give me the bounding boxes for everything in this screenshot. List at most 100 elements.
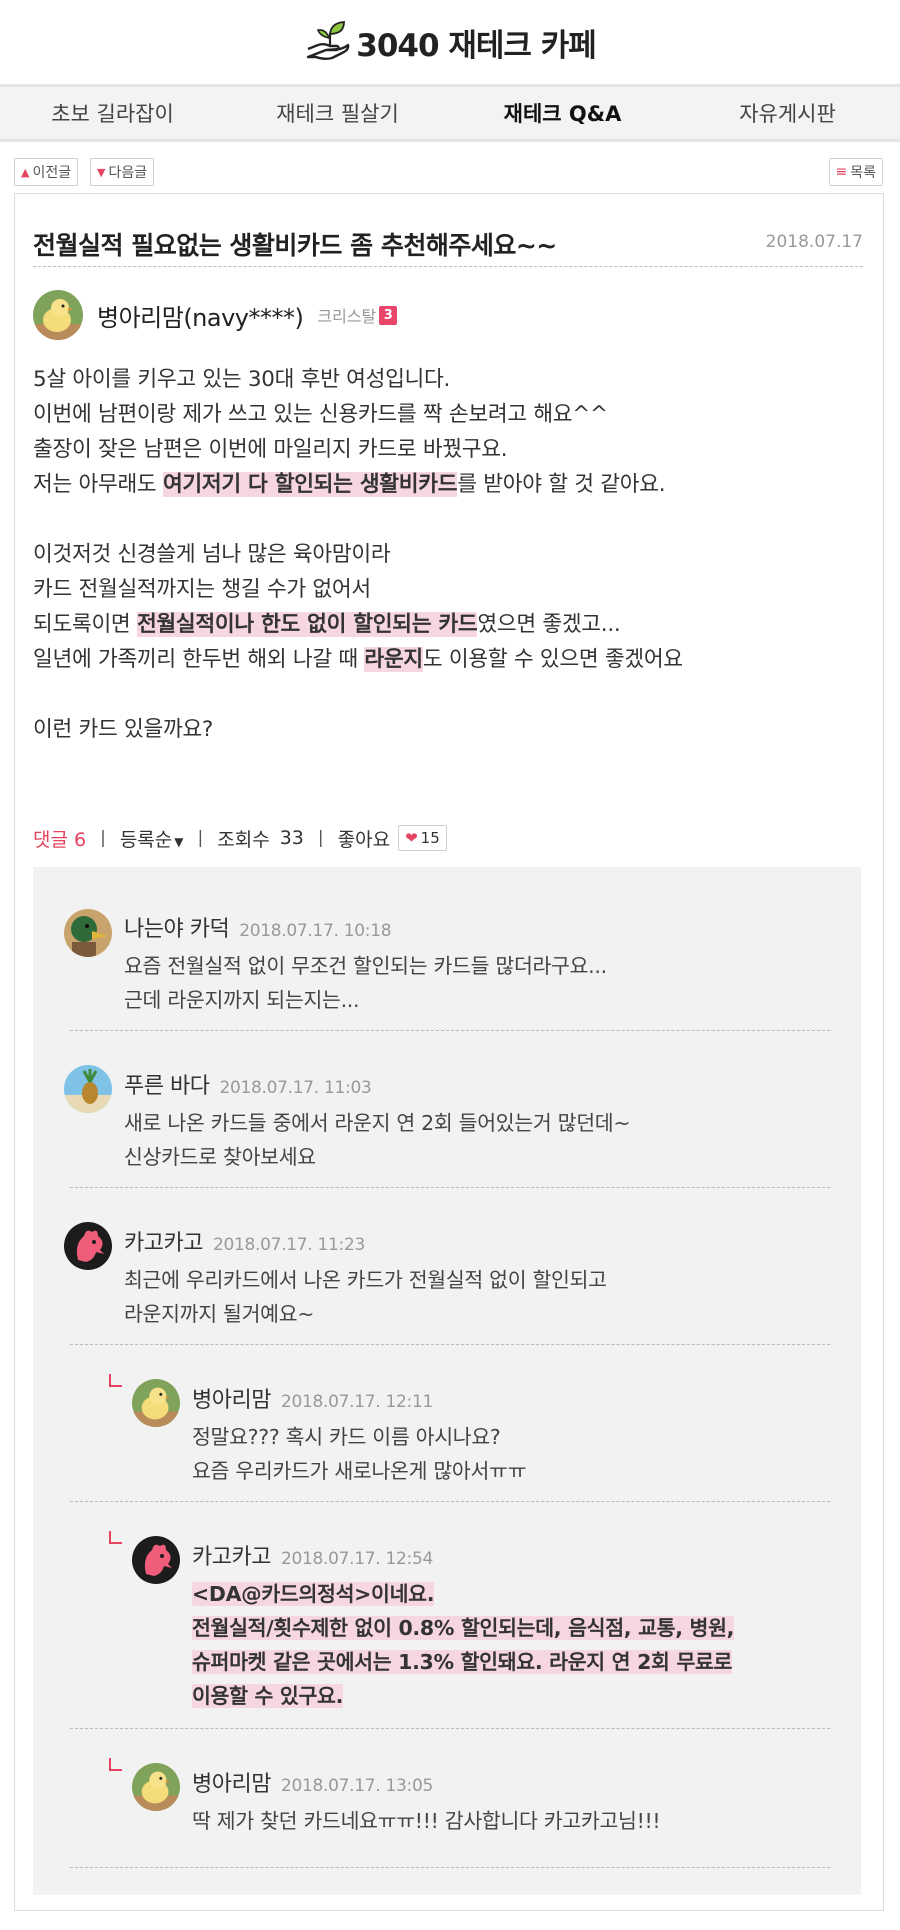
hand-sprout-icon[interactable] (304, 19, 350, 65)
list-button[interactable]: ≡ 목록 (828, 158, 883, 186)
comment-line: 정말요??? 혹시 카드 이름 아시나요? (192, 1425, 501, 1449)
comment-author-name: 병아리맘 (192, 1772, 271, 1797)
post-header: 전월실적 필요없는 생활비카드 좀 추천해주세요~~ 2018.07.17 (33, 226, 863, 267)
comment-text: 요즘 전월실적 없이 무조건 할인되는 카드들 많더라구요... 근데 라운지까… (124, 949, 607, 1017)
chick-avatar-icon (132, 1763, 180, 1811)
comment-line: 신상카드로 찾아보세요 (124, 1145, 316, 1169)
prev-post-label: 이전글 (32, 165, 72, 181)
sort-dropdown[interactable]: 등록순 ▼ (120, 825, 184, 852)
comment-divider (70, 1867, 830, 1868)
comment-author[interactable]: 푸른 바다 2018.07.17. 11:03 (124, 1068, 372, 1100)
separator: | (197, 828, 204, 848)
body-line: 이런 카드 있을까요? (33, 717, 214, 742)
commenter-avatar[interactable] (64, 1222, 112, 1270)
comment-line: 새로 나온 카드들 중에서 라운지 연 2회 들어있는거 많던데~ (124, 1111, 631, 1135)
comment-divider (70, 1728, 830, 1729)
comment-date: 2018.07.17. 12:11 (280, 1392, 434, 1412)
rank-level-badge: 3 (379, 305, 398, 325)
commenter-avatar[interactable] (132, 1763, 180, 1811)
comment-count[interactable]: 댓글 6 (33, 825, 86, 852)
comment-author-name: 푸른 바다 (124, 1074, 210, 1099)
nav-item-free-board[interactable]: 자유게시판 (675, 87, 900, 139)
nav-item-qna[interactable]: 재테크 Q&A (450, 87, 675, 139)
prev-post-button[interactable]: ▲ 이전글 (14, 158, 79, 186)
comment-line: <DA@카드의정석>이네요. (192, 1577, 734, 1611)
comment-author[interactable]: 병아리맘 2018.07.17. 12:11 (192, 1382, 433, 1414)
comment-highlight: 전월실적/횟수제한 없이 0.8% 할인되는데, 음식점, 교통, 병원, (192, 1616, 735, 1640)
chick-avatar-icon (33, 290, 83, 340)
comment-text: 새로 나온 카드들 중에서 라운지 연 2회 들어있는거 많던데~ 신상카드로 … (124, 1106, 631, 1174)
list-icon: ≡ (835, 164, 848, 180)
comment-line: 라운지까지 될거예요~ (124, 1302, 315, 1326)
comment-author-name: 카고카고 (192, 1545, 271, 1570)
site-title[interactable]: 3040 재테크 카페 (356, 20, 596, 65)
comment-line: 요즘 우리카드가 새로나온게 많아서ㅠㅠ (192, 1459, 527, 1483)
body-text: 저는 아무래도 (33, 472, 163, 497)
post-body: 5살 아이를 키우고 있는 30대 후반 여성입니다. 이번에 남편이랑 제가 … (33, 362, 873, 747)
nav-item-tips[interactable]: 재테크 필살기 (225, 87, 450, 139)
comment-author[interactable]: 카고카고 2018.07.17. 11:23 (124, 1225, 365, 1257)
body-line: 되도록이면 전월실적이나 한도 없이 할인되는 카드였으면 좋겠고... (33, 607, 873, 642)
comment-date: 2018.07.17. 11:23 (212, 1235, 366, 1255)
commenter-avatar[interactable] (132, 1379, 180, 1427)
body-line: 일년에 가족끼리 한두번 해외 나갈 때 라운지도 이용할 수 있으면 좋겠어요 (33, 642, 873, 677)
caret-down-icon: ▼ (174, 834, 184, 849)
next-post-label: 다음글 (108, 165, 148, 181)
views-count: 33 (279, 827, 304, 849)
comment-line: 이용할 수 있구요. (192, 1679, 734, 1713)
comment-author-name: 카고카고 (124, 1231, 203, 1256)
comment-author[interactable]: 나는야 카덕 2018.07.17. 10:18 (124, 911, 392, 943)
comment-date: 2018.07.17. 11:03 (219, 1078, 372, 1098)
body-text: 를 받아야 할 것 같아요. (457, 472, 666, 497)
separator: | (317, 828, 324, 848)
body-text: 되도록이면 (33, 612, 137, 637)
body-line: 저는 아무래도 여기저기 다 할인되는 생활비카드를 받아야 할 것 같아요. (33, 467, 873, 502)
comment-text: 딱 제가 찾던 카드네요ㅠㅠ!!! 감사합니다 카고카고님!!! (192, 1804, 661, 1838)
next-post-button[interactable]: ▼ 다음글 (90, 158, 155, 186)
body-text: 도 이용할 수 있으면 좋겠어요 (422, 647, 683, 672)
body-highlight: 여기저기 다 할인되는 생활비카드 (162, 472, 458, 497)
author-info: 병아리맘(navy****) 크리스탈 3 (33, 289, 398, 341)
author-name[interactable]: 병아리맘(navy****) (97, 298, 304, 333)
comment-highlight: <DA@카드의정석>이네요. (192, 1582, 435, 1606)
comment-divider (70, 1501, 830, 1502)
comment-divider (70, 1030, 830, 1031)
comment-list: 나는야 카덕 2018.07.17. 10:18 요즘 전월실적 없이 무조건 할… (33, 867, 861, 1895)
post-title: 전월실적 필요없는 생활비카드 좀 추천해주세요~~ (33, 231, 557, 260)
pineapple-avatar-icon (64, 1065, 112, 1113)
author-avatar[interactable] (33, 290, 83, 340)
body-line: 카드 전월실적까지는 챙길 수가 없어서 (33, 577, 371, 602)
comment-text: 최근에 우리카드에서 나온 카드가 전월실적 없이 할인되고 라운지까지 될거예… (124, 1263, 607, 1331)
comment-date: 2018.07.17. 12:54 (280, 1549, 434, 1569)
body-text: 였으면 좋겠고... (477, 612, 621, 637)
commenter-avatar[interactable] (132, 1536, 180, 1584)
comment-author-name: 병아리맘 (192, 1388, 271, 1413)
comment-line: 요즘 전월실적 없이 무조건 할인되는 카드들 많더라구요... (124, 954, 607, 978)
comment-author[interactable]: 카고카고 2018.07.17. 12:54 (192, 1539, 433, 1571)
post-article: 전월실적 필요없는 생활비카드 좀 추천해주세요~~ 2018.07.17 병아… (14, 193, 884, 1911)
commenter-avatar[interactable] (64, 1065, 112, 1113)
body-highlight: 전월실적이나 한도 없이 할인되는 카드 (136, 612, 478, 637)
comment-divider (70, 1187, 830, 1188)
comment-author[interactable]: 병아리맘 2018.07.17. 13:05 (192, 1766, 433, 1798)
chevron-down-icon: ▼ (97, 165, 106, 179)
comment-highlight: 슈퍼마켓 같은 곳에서는 1.3% 할인돼요. 라운지 연 2회 무료로 (192, 1650, 733, 1674)
separator: | (100, 828, 106, 848)
comment-line: 근데 라운지까지 되는지는... (124, 988, 360, 1012)
body-line: 이것저것 신경쓸게 넘나 많은 육아맘이라 (33, 542, 391, 567)
duck-avatar-icon (64, 909, 112, 957)
post-date: 2018.07.17 (765, 232, 863, 252)
author-rank: 크리스탈 (317, 307, 377, 326)
body-line: 출장이 잦은 남편은 이번에 마일리지 카드로 바꿨구요. (33, 437, 508, 462)
post-stats: 댓글 6 | 등록순 ▼ | 조회수 33 | 좋아요 ❤ 15 (33, 824, 447, 852)
main-nav: 초보 길라잡이 재테크 필살기 재테크 Q&A 자유게시판 (0, 84, 900, 142)
comment-text: <DA@카드의정석>이네요. 전월실적/횟수제한 없이 0.8% 할인되는데, … (192, 1577, 734, 1713)
chevron-up-icon: ▲ (21, 165, 30, 179)
like-button[interactable]: ❤ 15 (398, 825, 447, 851)
nav-item-beginner-guide[interactable]: 초보 길라잡이 (0, 87, 225, 139)
commenter-avatar[interactable] (64, 909, 112, 957)
reply-arrow-icon (109, 1374, 122, 1387)
comment-author-name: 나는야 카덕 (124, 917, 230, 942)
comment-date: 2018.07.17. 10:18 (239, 921, 392, 941)
comment-highlight: 이용할 수 있구요. (192, 1684, 344, 1708)
